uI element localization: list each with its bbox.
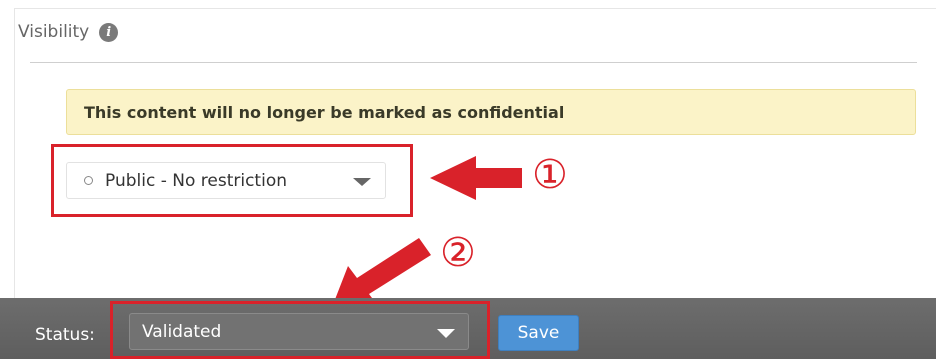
info-icon[interactable]: i [99, 22, 119, 42]
step-1-label: ① [532, 152, 568, 198]
header-divider [30, 62, 917, 63]
notice-text: This content will no longer be marked as… [84, 102, 565, 122]
arrow-icon-step-1 [430, 156, 522, 200]
highlight-box-step-1 [51, 144, 413, 217]
status-label: Status: [35, 325, 95, 345]
save-button[interactable]: Save [498, 315, 579, 351]
confidentiality-notice: This content will no longer be marked as… [66, 89, 916, 135]
visibility-header: Visibility i [18, 22, 119, 42]
visibility-title: Visibility [18, 22, 90, 42]
highlight-box-step-2 [110, 301, 490, 359]
step-2-label: ② [440, 230, 476, 276]
